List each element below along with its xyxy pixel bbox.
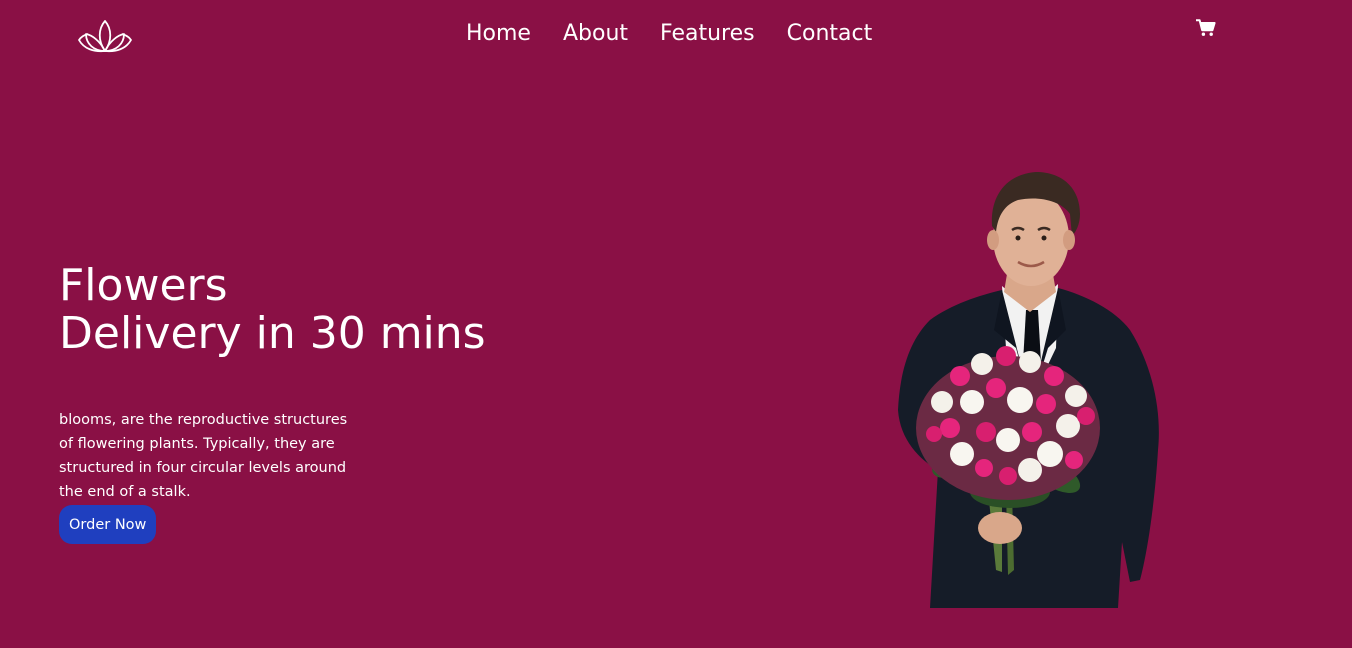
hero-title: Flowers Delivery in 30 mins: [59, 262, 486, 358]
hero-description: blooms, are the reproductive structures …: [59, 412, 348, 500]
hero-title-line2: Delivery in 30 mins: [59, 308, 486, 359]
main-nav: Home About Features Contact: [466, 19, 872, 49]
man-holding-bouquet-illustration: [898, 172, 1159, 608]
nav-contact[interactable]: Contact: [787, 19, 873, 49]
nav-home[interactable]: Home: [466, 19, 531, 49]
landing-page: Home About Features Contact Flowers Deli…: [0, 0, 1352, 648]
order-now-button[interactable]: Order Now: [59, 505, 157, 544]
nav-about[interactable]: About: [563, 19, 628, 49]
cart-icon[interactable]: [1196, 19, 1216, 37]
lotus-icon[interactable]: [78, 17, 132, 55]
nav-features[interactable]: Features: [660, 19, 755, 49]
hero-title-line1: Flowers: [59, 260, 228, 311]
